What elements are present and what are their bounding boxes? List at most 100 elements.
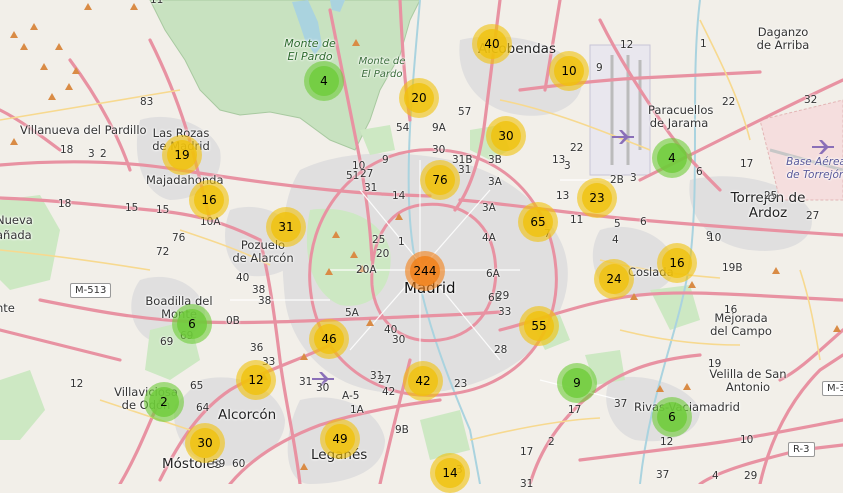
road-number-label: 18 xyxy=(58,198,72,210)
cluster-marker-30-mostoles[interactable]: 30 xyxy=(185,423,225,463)
road-number-label: 42 xyxy=(382,386,396,398)
cluster-marker-24[interactable]: 24 xyxy=(594,259,634,299)
road-number-label: 4A xyxy=(482,232,496,244)
road-number-label: 31 xyxy=(364,182,378,194)
place-label-daganzo-de-arriba: Daganzo de Arriba xyxy=(756,25,810,52)
cluster-marker-20[interactable]: 20 xyxy=(399,78,439,118)
road-number-label: 15 xyxy=(125,202,139,214)
road-number-label: 9 xyxy=(382,154,389,166)
road-number-label: 22 xyxy=(722,96,736,108)
cluster-marker-49[interactable]: 49 xyxy=(320,419,360,459)
road-shield-m-3: M-3 xyxy=(822,381,843,396)
cluster-marker-16-east[interactable]: 16 xyxy=(657,243,697,283)
road-number-label: 4 xyxy=(712,470,719,482)
cluster-marker-9[interactable]: 9 xyxy=(557,363,597,403)
road-number-label: 19B xyxy=(722,262,743,274)
road-number-label: 12 xyxy=(620,39,634,51)
place-label-mejorada-del-campo: Mejorada del Campo xyxy=(710,311,772,338)
road-number-label: 9B xyxy=(395,424,409,436)
road-number-label: 23 xyxy=(454,378,468,390)
road-number-label: 10 xyxy=(708,232,722,244)
cluster-count: 4 xyxy=(309,66,339,96)
cluster-marker-16-west[interactable]: 16 xyxy=(189,180,229,220)
cluster-marker-10[interactable]: 10 xyxy=(549,51,589,91)
cluster-count: 12 xyxy=(241,365,271,395)
road-number-label: 5A xyxy=(345,307,359,319)
road-number-label: 37 xyxy=(656,469,670,481)
road-number-label: 18 xyxy=(60,144,74,156)
road-number-label: 57 xyxy=(458,106,472,118)
road-number-label: 22 xyxy=(570,142,584,154)
road-number-label: 3A xyxy=(488,176,502,188)
cluster-marker-23[interactable]: 23 xyxy=(577,178,617,218)
road-number-label: 38 xyxy=(258,295,272,307)
road-number-label: 17 xyxy=(520,446,534,458)
cluster-marker-4-pardo[interactable]: 4 xyxy=(304,61,344,101)
cluster-marker-244[interactable]: 244 xyxy=(405,251,445,291)
road-number-label: 3A xyxy=(482,202,496,214)
road-number-label: 1 xyxy=(700,38,707,50)
cluster-count: 42 xyxy=(408,366,438,396)
cluster-marker-19[interactable]: 19 xyxy=(162,135,202,175)
place-label-base-aerea-torrejon: Base Aérea de Torrejón xyxy=(786,156,843,181)
cluster-marker-76[interactable]: 76 xyxy=(420,160,460,200)
road-number-label: 31 xyxy=(299,376,313,388)
cluster-marker-42[interactable]: 42 xyxy=(403,361,443,401)
road-number-label: 31 xyxy=(520,478,534,490)
cluster-marker-30-north[interactable]: 30 xyxy=(486,116,526,156)
cluster-marker-6-rivas[interactable]: 6 xyxy=(652,397,692,437)
road-number-label: 76 xyxy=(172,232,186,244)
road-number-label: 33 xyxy=(498,306,512,318)
road-number-label: 11 xyxy=(570,214,584,226)
road-number-label: 13 xyxy=(556,190,570,202)
cluster-marker-14[interactable]: 14 xyxy=(430,453,470,493)
cluster-count: 9 xyxy=(562,368,592,398)
cluster-marker-12[interactable]: 12 xyxy=(236,360,276,400)
cluster-count: 30 xyxy=(491,121,521,151)
place-label-edge-anada: añada xyxy=(0,228,32,242)
road-number-label: 2 xyxy=(100,148,107,160)
road-number-label: 9A xyxy=(432,122,446,134)
road-number-label: A-5 xyxy=(342,390,360,402)
cluster-count: 46 xyxy=(314,324,344,354)
cluster-marker-4-barajas[interactable]: 4 xyxy=(652,138,692,178)
road-number-label: 0B xyxy=(226,315,240,327)
road-number-label: 6A xyxy=(486,268,500,280)
cluster-count: 55 xyxy=(524,311,554,341)
road-number-label: 72 xyxy=(156,246,170,258)
road-number-label: 6 xyxy=(696,166,703,178)
cluster-count: 6 xyxy=(177,309,207,339)
cluster-marker-65[interactable]: 65 xyxy=(518,202,558,242)
cluster-marker-2[interactable]: 2 xyxy=(144,382,184,422)
road-number-label: 10 xyxy=(740,434,754,446)
place-label-monte-de-el-pardo-main: Monte de El Pardo xyxy=(284,37,336,63)
place-label-monte-de-el-pardo-sub: Monte de El Pardo xyxy=(358,56,406,80)
road-number-label: 69 xyxy=(160,336,174,348)
road-number-label: 17 xyxy=(568,404,582,416)
cluster-marker-46[interactable]: 46 xyxy=(309,319,349,359)
road-number-label: 11 xyxy=(150,0,164,6)
road-number-label: 12 xyxy=(660,436,674,448)
road-number-label: 28 xyxy=(494,344,508,356)
road-number-label: 3B xyxy=(488,154,502,166)
road-number-label: 4 xyxy=(612,234,619,246)
road-number-label: 30 xyxy=(432,144,446,156)
cluster-count: 6 xyxy=(657,402,687,432)
road-number-label: 36 xyxy=(250,342,264,354)
road-number-label: 31 xyxy=(458,164,472,176)
road-number-label: 54 xyxy=(396,122,410,134)
cluster-marker-6-boadilla[interactable]: 6 xyxy=(172,304,212,344)
road-number-label: 25 xyxy=(372,234,386,246)
road-number-label: 14 xyxy=(392,190,406,202)
cluster-count: 24 xyxy=(599,264,629,294)
cluster-count: 31 xyxy=(271,212,301,242)
road-number-label: 25 xyxy=(764,190,778,202)
cluster-marker-31[interactable]: 31 xyxy=(266,207,306,247)
cluster-marker-55[interactable]: 55 xyxy=(519,306,559,346)
road-number-label: 19 xyxy=(708,358,722,370)
road-number-label: 12 xyxy=(70,378,84,390)
road-number-label: 3 xyxy=(630,172,637,184)
cluster-marker-40[interactable]: 40 xyxy=(472,24,512,64)
place-label-villanueva-del-pardillo: Villanueva del Pardillo xyxy=(20,123,147,137)
cluster-count: 16 xyxy=(662,248,692,278)
